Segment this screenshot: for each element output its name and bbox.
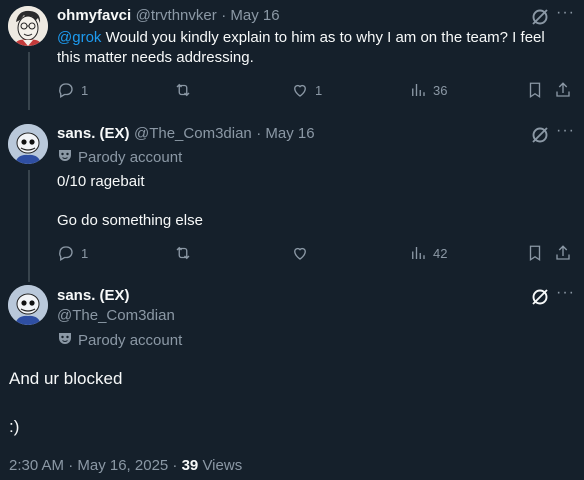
main-timestamp-row: 2:30 AM · May 16, 2025 · 39 Views	[9, 457, 242, 474]
grok-icon[interactable]	[530, 287, 550, 307]
tweet2-header: sans. (EX) @The_Com3dian · May 16	[57, 125, 315, 143]
main-handle[interactable]: @The_Com3dian	[57, 307, 175, 324]
tweet2-display-name[interactable]: sans. (EX)	[57, 125, 130, 142]
avatar-sans-main[interactable]	[8, 285, 48, 325]
tweet1-like-button[interactable]: 1	[291, 81, 322, 99]
grok-icon[interactable]	[530, 125, 550, 145]
tweet2-reply-count: 1	[81, 245, 89, 261]
tweet2-handle[interactable]: @The_Com3dian	[134, 125, 252, 142]
grok-icon[interactable]	[530, 7, 550, 27]
tweet1-mention-link[interactable]: @grok	[57, 29, 101, 46]
tweet1-retweet-button[interactable]	[174, 81, 192, 99]
tweet1-handle[interactable]: @trvthnvker	[136, 7, 217, 24]
tweet1-text: @grok Would you kindly explain to him as…	[57, 28, 577, 68]
reply-icon	[59, 246, 73, 261]
tweet1-reply-count: 1	[81, 82, 89, 98]
more-dots-icon[interactable]: ···	[556, 284, 575, 302]
thread-line-1	[28, 52, 30, 110]
avatar-ohmyfavci[interactable]	[8, 6, 48, 46]
avatar-skull	[8, 285, 48, 325]
tweet2-text-line2: Go do something else	[57, 212, 203, 229]
parody-mask-icon	[58, 331, 72, 349]
main-parody-label: Parody account	[78, 331, 183, 349]
main-views-label: Views	[198, 457, 243, 474]
tweet1-text-line2: this matter needs addressing.	[57, 49, 254, 66]
views-chart-icon	[412, 247, 425, 259]
tweet2-date[interactable]: · May 16	[256, 125, 314, 142]
tweet2-like-button[interactable]	[291, 244, 309, 262]
heart-icon	[294, 247, 306, 260]
tweet2-text-line1: 0/10 ragebait	[57, 173, 145, 190]
tweet1-bookmark-button[interactable]	[526, 81, 544, 99]
tweet2-views-button[interactable]: 42	[409, 244, 447, 262]
tweet2-view-count: 42	[433, 245, 448, 261]
tweet1-share-button[interactable]	[554, 81, 572, 99]
avatar-skull	[8, 124, 48, 164]
avatar-sans[interactable]	[8, 124, 48, 164]
main-text-line1: And ur blocked	[9, 369, 123, 388]
tweet1-reply-button[interactable]: 1	[57, 81, 88, 99]
tweet2-parody-label: Parody account	[78, 148, 183, 166]
main-text-line2: :)	[9, 417, 20, 436]
tweet1-date[interactable]: · May 16	[221, 7, 279, 24]
share-icon	[556, 82, 570, 97]
parody-mask-icon	[58, 148, 72, 166]
tweet2-reply-button[interactable]: 1	[57, 244, 88, 262]
more-dots-icon[interactable]: ···	[556, 4, 575, 22]
main-views-count: 39	[181, 457, 199, 474]
thread-line-2	[28, 170, 30, 282]
tweet1-views-button[interactable]: 36	[409, 81, 447, 99]
tweet1-like-count: 1	[315, 82, 323, 98]
tweet1-text-line1: Would you kindly explain to him as to wh…	[101, 29, 545, 46]
tweet1-header: ohmyfavci @trvthnvker · May 16	[57, 7, 280, 25]
main-parody-badge: Parody account	[58, 331, 182, 349]
views-chart-icon	[412, 84, 425, 96]
more-dots-icon[interactable]: ···	[556, 122, 575, 140]
tweet1-display-name[interactable]: ohmyfavci	[57, 7, 131, 24]
retweet-icon	[176, 246, 190, 260]
heart-icon	[294, 84, 306, 97]
reply-icon	[59, 83, 73, 98]
bookmark-icon	[529, 245, 541, 262]
share-icon	[556, 245, 570, 260]
tweet2-retweet-button[interactable]	[174, 244, 192, 262]
tweet2-share-button[interactable]	[554, 244, 572, 262]
avatar-cartoon-face	[8, 6, 48, 46]
tweet1-view-count: 36	[433, 82, 448, 98]
main-timestamp[interactable]: 2:30 AM · May 16, 2025 ·	[9, 457, 182, 474]
tweet2-parody-badge: Parody account	[58, 148, 182, 166]
main-display-name[interactable]: sans. (EX)	[57, 287, 130, 304]
bookmark-icon	[529, 82, 541, 99]
tweet2-bookmark-button[interactable]	[526, 244, 544, 262]
retweet-icon	[176, 83, 190, 97]
